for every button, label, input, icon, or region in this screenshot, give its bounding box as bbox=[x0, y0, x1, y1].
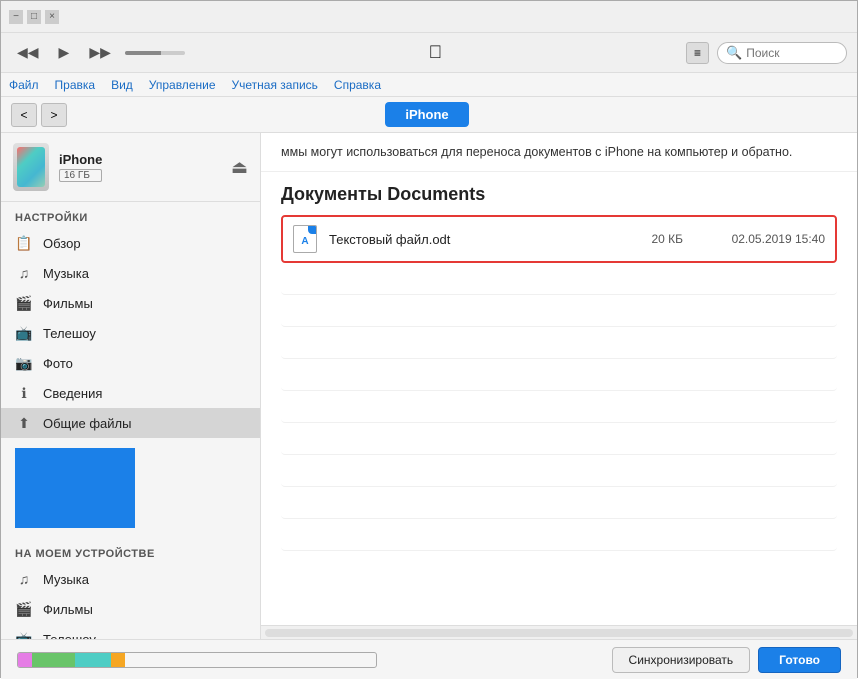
sidebar-item-device-tvshows[interactable]: 📺 Телешоу bbox=[1, 624, 260, 639]
sidebar-item-overview[interactable]: 📋 Обзор bbox=[1, 228, 260, 258]
file-doc-icon bbox=[293, 225, 317, 253]
sidebar-movies-label: Фильмы bbox=[43, 296, 93, 311]
toolbar: ◀◀ ▶ ▶▶  ≡ 🔍 bbox=[1, 33, 857, 73]
file-list-area: Документы Documents Текстовый файл.odt 2… bbox=[261, 172, 857, 625]
nav-arrows: < > bbox=[11, 103, 67, 127]
next-track-button[interactable]: ▶▶ bbox=[83, 40, 117, 65]
sidebar-tvshows-label: Телешоу bbox=[43, 326, 96, 341]
storage-segment-pink bbox=[18, 653, 32, 667]
file-name: Текстовый файл.odt bbox=[329, 232, 611, 247]
menu-help[interactable]: Справка bbox=[334, 78, 381, 92]
search-input[interactable] bbox=[746, 46, 838, 60]
sidebar-item-device-music[interactable]: ♫ Музыка bbox=[1, 564, 260, 594]
device-tvshows-icon: 📺 bbox=[15, 630, 33, 639]
menu-file[interactable]: Файл bbox=[9, 78, 39, 92]
storage-bar bbox=[17, 652, 377, 668]
storage-segment-teal bbox=[75, 653, 111, 667]
list-view-button[interactable]: ≡ bbox=[686, 42, 709, 64]
empty-row-8 bbox=[281, 491, 837, 519]
menu-edit[interactable]: Правка bbox=[55, 78, 96, 92]
sidebar-device-movies-label: Фильмы bbox=[43, 602, 93, 617]
device-movies-icon: 🎬 bbox=[15, 600, 33, 618]
sidebar: iPhone 16 ГБ ⏏ Настройки 📋 Обзор ♫ Музык… bbox=[1, 133, 261, 639]
movies-icon: 🎬 bbox=[15, 294, 33, 312]
sidebar-item-music[interactable]: ♫ Музыка bbox=[1, 258, 260, 288]
sidebar-music-label: Музыка bbox=[43, 266, 89, 281]
settings-section-title: Настройки bbox=[1, 202, 260, 228]
storage-segment-green bbox=[32, 653, 75, 667]
sidebar-item-tvshows[interactable]: 📺 Телешоу bbox=[1, 318, 260, 348]
content-area: ммы могут использоваться для переноса до… bbox=[261, 133, 857, 639]
bottom-bar: Синхронизировать Готово bbox=[1, 639, 857, 679]
menu-bar: Файл Правка Вид Управление Учетная запис… bbox=[1, 73, 857, 97]
sidebar-item-movies[interactable]: 🎬 Фильмы bbox=[1, 288, 260, 318]
close-button[interactable]: × bbox=[45, 10, 59, 24]
info-icon: ℹ bbox=[15, 384, 33, 402]
sync-button[interactable]: Синхронизировать bbox=[612, 647, 751, 673]
play-button[interactable]: ▶ bbox=[53, 40, 76, 65]
menu-manage[interactable]: Управление bbox=[149, 78, 216, 92]
prev-track-button[interactable]: ◀◀ bbox=[11, 40, 45, 65]
shared-files-icon: ⬆ bbox=[15, 414, 33, 432]
device-storage: 16 ГБ bbox=[59, 169, 102, 182]
file-list-title: Документы Documents bbox=[281, 184, 837, 205]
sidebar-photos-label: Фото bbox=[43, 356, 73, 371]
sidebar-item-photos[interactable]: 📷 Фото bbox=[1, 348, 260, 378]
device-music-icon: ♫ bbox=[15, 570, 33, 588]
back-button[interactable]: < bbox=[11, 103, 37, 127]
minimize-button[interactable]: − bbox=[9, 10, 23, 24]
storage-segment-orange bbox=[111, 653, 125, 667]
bottom-buttons: Синхронизировать Готово bbox=[612, 647, 841, 673]
volume-slider[interactable] bbox=[125, 51, 185, 55]
search-icon: 🔍 bbox=[726, 45, 742, 61]
sidebar-item-device-movies[interactable]: 🎬 Фильмы bbox=[1, 594, 260, 624]
sidebar-overview-label: Обзор bbox=[43, 236, 81, 251]
device-header: iPhone 16 ГБ ⏏ bbox=[1, 133, 260, 202]
empty-row-2 bbox=[281, 299, 837, 327]
sidebar-item-shared-files[interactable]: ⬆ Общие файлы bbox=[1, 408, 260, 438]
main-layout: iPhone 16 ГБ ⏏ Настройки 📋 Обзор ♫ Музык… bbox=[1, 133, 857, 639]
menu-account[interactable]: Учетная запись bbox=[232, 78, 318, 92]
window-controls: − □ × bbox=[9, 10, 59, 24]
maximize-button[interactable]: □ bbox=[27, 10, 41, 24]
device-name: iPhone bbox=[59, 152, 102, 167]
empty-row-3 bbox=[281, 331, 837, 359]
file-date: 02.05.2019 15:40 bbox=[695, 232, 825, 246]
photos-icon: 📷 bbox=[15, 354, 33, 372]
horizontal-scrollbar[interactable] bbox=[261, 625, 857, 639]
overview-icon: 📋 bbox=[15, 234, 33, 252]
scroll-track bbox=[265, 629, 853, 637]
file-size: 20 КБ bbox=[623, 232, 683, 246]
sidebar-device-music-label: Музыка bbox=[43, 572, 89, 587]
device-name-block: iPhone 16 ГБ bbox=[59, 152, 102, 182]
file-row[interactable]: Текстовый файл.odt 20 КБ 02.05.2019 15:4… bbox=[281, 215, 837, 263]
empty-row-7 bbox=[281, 459, 837, 487]
sidebar-info-label: Сведения bbox=[43, 386, 102, 401]
sidebar-device-tvshows-label: Телешоу bbox=[43, 632, 96, 640]
content-description: ммы могут использоваться для переноса до… bbox=[261, 133, 857, 172]
menu-view[interactable]: Вид bbox=[111, 78, 133, 92]
device-icon bbox=[13, 143, 49, 191]
tvshows-icon: 📺 bbox=[15, 324, 33, 342]
sidebar-shared-files-label: Общие файлы bbox=[43, 416, 131, 431]
empty-row-6 bbox=[281, 427, 837, 455]
app-block bbox=[15, 448, 135, 528]
eject-button[interactable]: ⏏ bbox=[231, 157, 248, 178]
sidebar-item-info[interactable]: ℹ Сведения bbox=[1, 378, 260, 408]
done-button[interactable]: Готово bbox=[758, 647, 841, 673]
toolbar-right: ≡ 🔍 bbox=[686, 42, 847, 64]
search-box: 🔍 bbox=[717, 42, 847, 64]
empty-row-9 bbox=[281, 523, 837, 551]
apple-logo:  bbox=[193, 42, 678, 63]
nav-bar: < > iPhone bbox=[1, 97, 857, 133]
forward-button[interactable]: > bbox=[41, 103, 67, 127]
device-info: iPhone 16 ГБ bbox=[13, 143, 102, 191]
device-section-title: На моем устройстве bbox=[1, 538, 260, 564]
music-icon: ♫ bbox=[15, 264, 33, 282]
empty-row-4 bbox=[281, 363, 837, 391]
title-bar: − □ × bbox=[1, 1, 857, 33]
empty-row-5 bbox=[281, 395, 837, 423]
empty-row-1 bbox=[281, 267, 837, 295]
iphone-tab[interactable]: iPhone bbox=[385, 102, 468, 127]
